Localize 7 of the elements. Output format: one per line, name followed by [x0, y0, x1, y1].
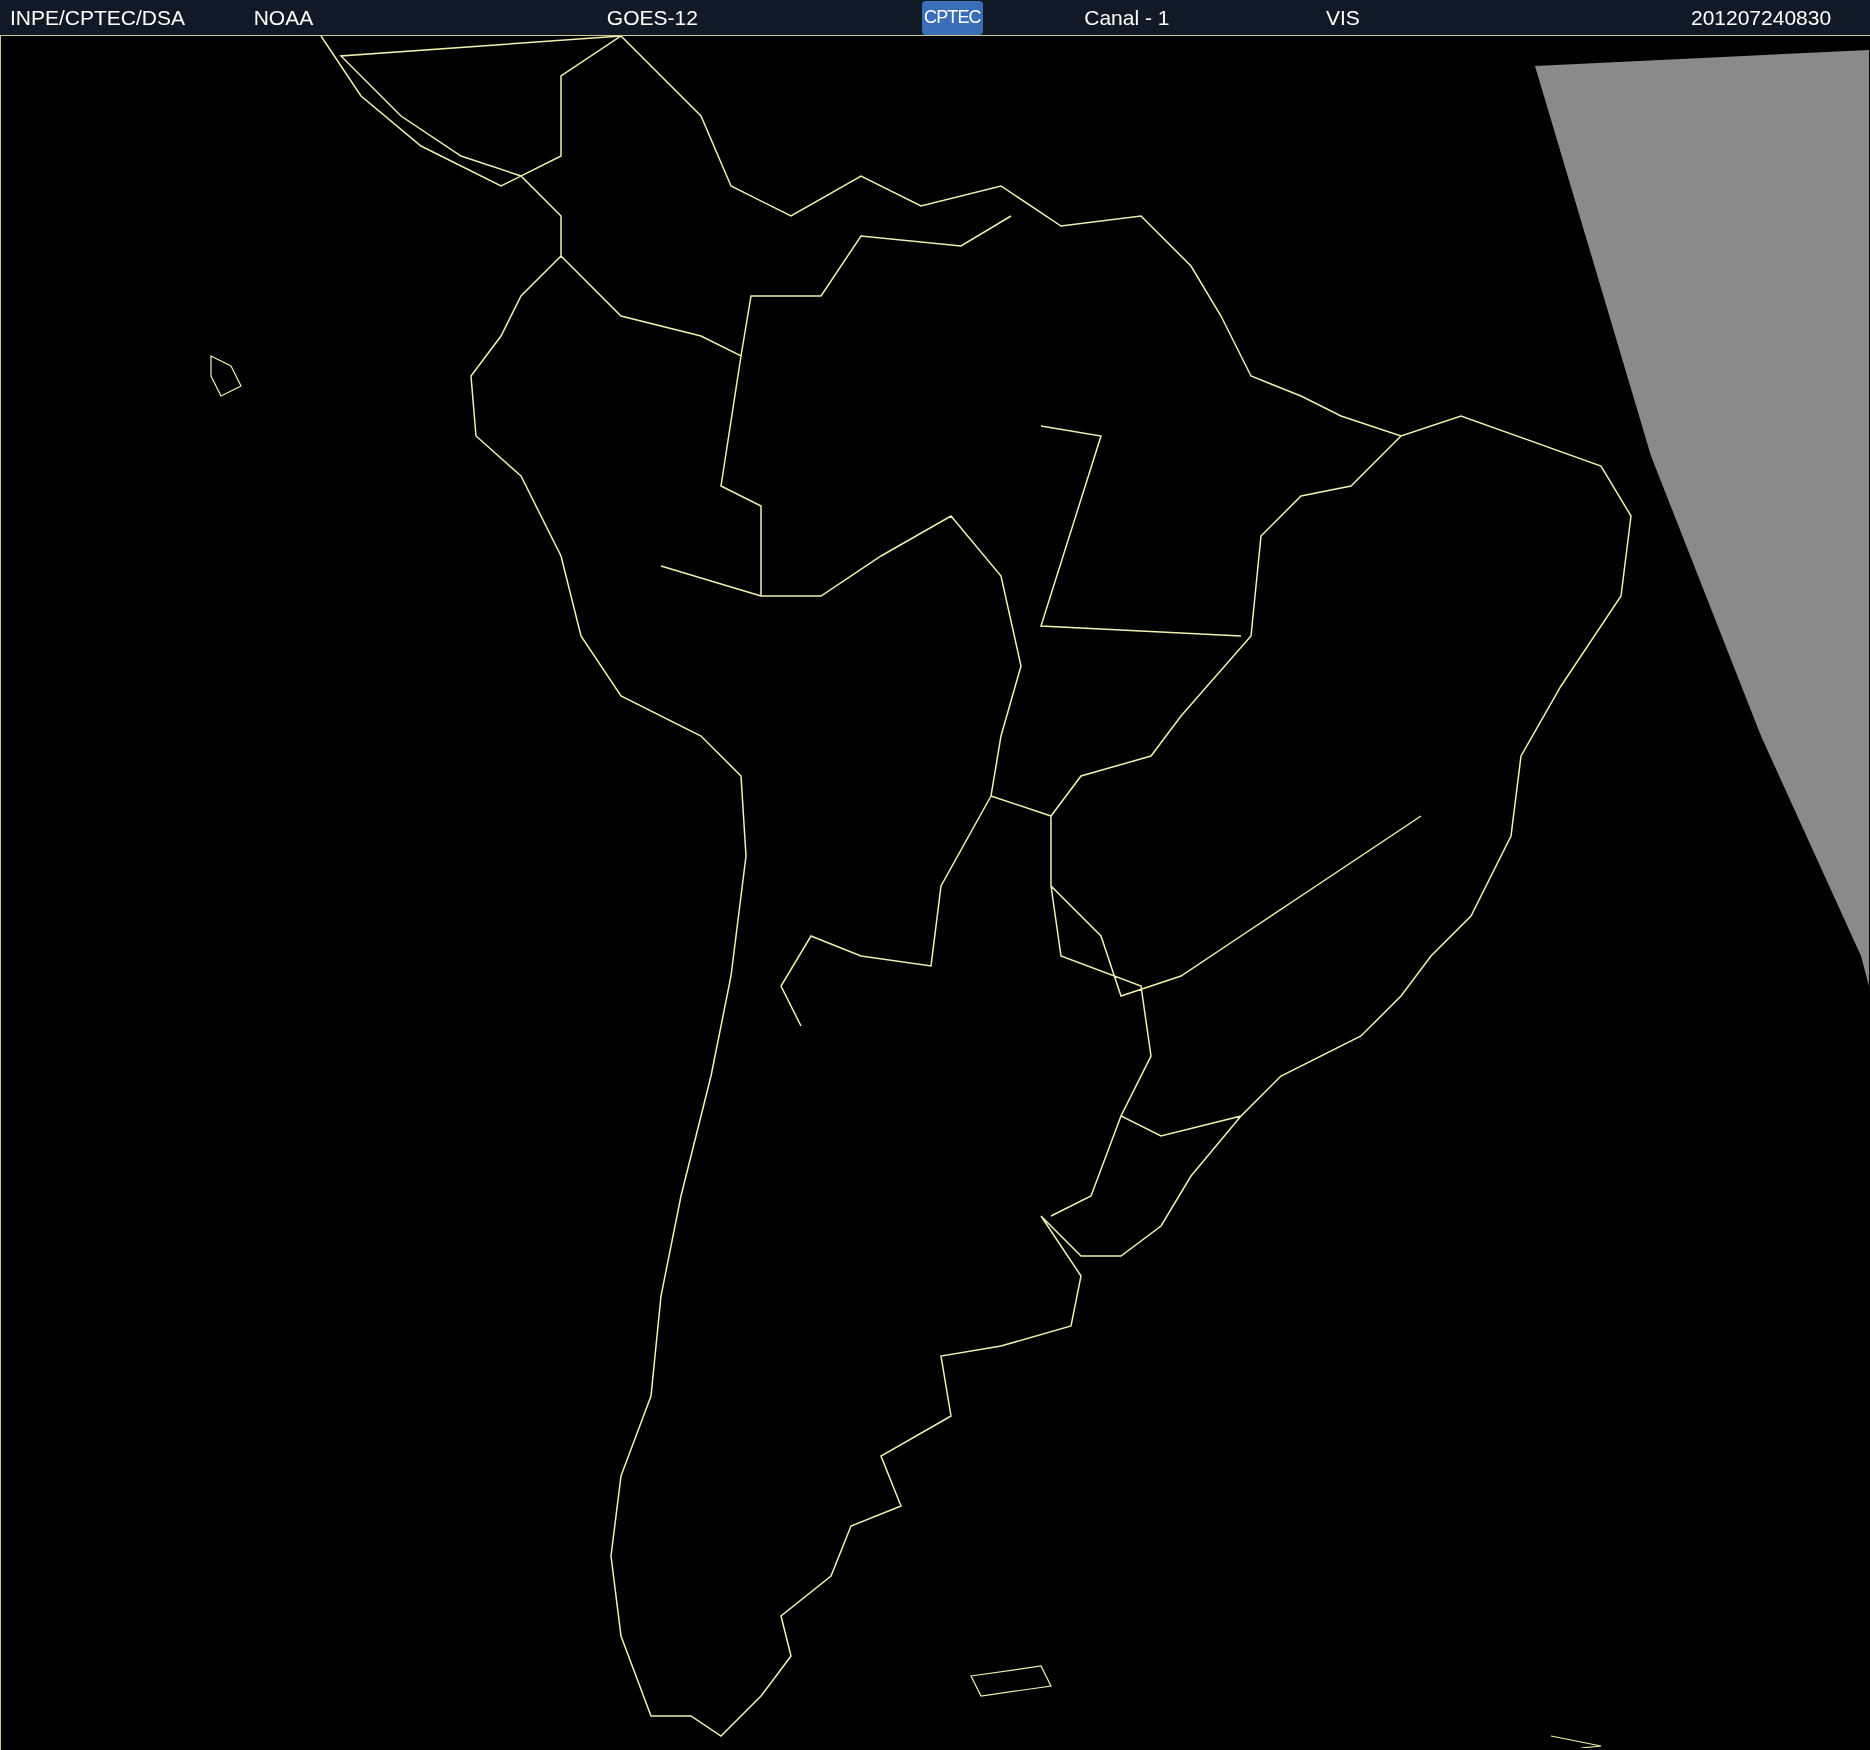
header-label: 201207240830 [1690, 4, 1832, 31]
header-label: VIS [1325, 4, 1360, 31]
cptec-logo: CPTEC [922, 0, 983, 35]
header-label: INPE/CPTEC/DSA [10, 4, 186, 31]
header-label: NOAA [253, 4, 314, 31]
header-label: GOES-12 [606, 4, 698, 31]
header-label: Canal - 1 [1084, 4, 1170, 31]
